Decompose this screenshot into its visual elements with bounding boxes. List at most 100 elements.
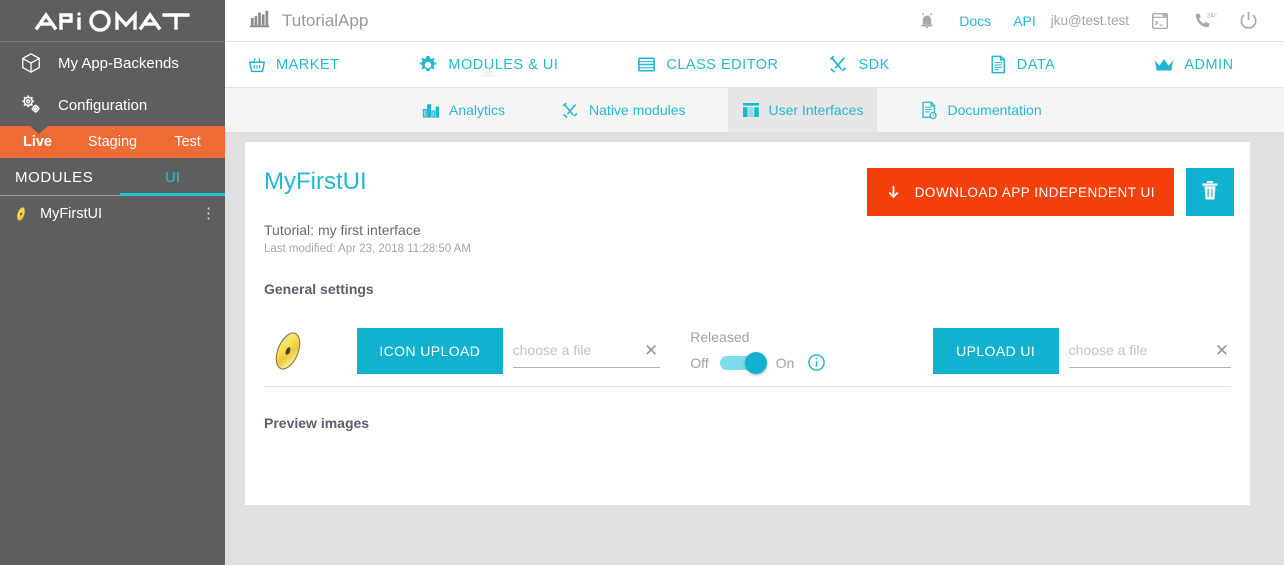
tab-ui[interactable]: UI <box>120 158 225 196</box>
nav-label: MARKET <box>276 56 340 73</box>
module-label: MyFirstUI <box>40 206 103 222</box>
phone-24-7-icon[interactable]: 24/7 <box>1191 10 1217 32</box>
power-logout-icon[interactable] <box>1237 9 1260 32</box>
sidebar-item-label: Configuration <box>58 96 148 114</box>
general-settings-heading: General settings <box>264 281 374 297</box>
download-app-independent-ui-button[interactable]: DOWNLOAD APP INDEPENDENT UI <box>866 168 1174 216</box>
ui-detail-card: MyFirstUI DOWNLOAD APP INDEPENDENT UI Tu… <box>245 142 1250 505</box>
env-tab-test[interactable]: Test <box>150 126 225 158</box>
released-label: Released <box>690 329 750 345</box>
application-root: My App-Backends Configuration Live Stagi… <box>0 0 1284 565</box>
apiomat-logo[interactable] <box>0 0 225 42</box>
basket-icon <box>247 55 267 75</box>
toggle-off-label: Off <box>690 354 709 371</box>
disc-icon <box>264 329 312 373</box>
clear-x-icon[interactable]: ✕ <box>644 342 660 359</box>
nav-admin[interactable]: ADMIN <box>1153 55 1233 75</box>
nav-label: CLASS EDITOR <box>666 56 779 73</box>
nav-data[interactable]: DATA <box>988 54 1056 75</box>
sub-navigation: Analytics Native modules User Interfaces… <box>225 88 1284 132</box>
docs-link[interactable]: Docs <box>959 13 991 29</box>
released-toggle[interactable] <box>719 351 767 374</box>
subtab-label: Native modules <box>589 102 686 118</box>
page-title: MyFirstUI <box>264 168 367 195</box>
app-title: TutorialApp <box>282 10 369 30</box>
icon-file-placeholder: choose a file <box>512 342 592 358</box>
subtab-native-modules[interactable]: Native modules <box>547 88 700 132</box>
environment-tabs: Live Staging Test <box>0 126 225 158</box>
svg-text:24/7: 24/7 <box>1207 12 1217 19</box>
api-link[interactable]: API <box>1013 13 1036 29</box>
icon-upload-label: ICON UPLOAD <box>379 342 481 359</box>
clear-x-icon[interactable]: ✕ <box>1215 342 1231 359</box>
download-arrow-icon <box>886 184 901 201</box>
sidebar-item-my-app-backends[interactable]: My App-Backends <box>0 42 225 84</box>
tools-icon <box>561 101 580 120</box>
app-title-group[interactable]: TutorialApp <box>249 8 368 33</box>
content-area: MyFirstUI DOWNLOAD APP INDEPENDENT UI Tu… <box>225 132 1284 565</box>
user-email[interactable]: jku@test.test <box>1051 13 1129 28</box>
kebab-menu-icon[interactable]: ⋮ <box>201 206 216 221</box>
sidebar-module-myfirstui[interactable]: MyFirstUI ⋮ <box>0 196 225 232</box>
info-icon[interactable] <box>807 353 826 372</box>
sidebar-item-configuration[interactable]: Configuration <box>0 84 225 126</box>
chart-icon <box>421 101 440 120</box>
subtab-user-interfaces[interactable]: User Interfaces <box>727 88 878 132</box>
top-header-bar: TutorialApp Docs API jku@test.test 24/ <box>225 0 1284 42</box>
icon-file-input[interactable]: choose a file ✕ <box>512 334 661 368</box>
released-toggle-group: Off On <box>690 351 847 374</box>
factory-icon <box>249 8 271 33</box>
nav-sdk[interactable]: SDK <box>828 54 889 75</box>
card-header: MyFirstUI DOWNLOAD APP INDEPENDENT UI <box>245 142 1250 216</box>
subtab-label: User Interfaces <box>768 102 864 118</box>
trash-icon <box>1200 180 1220 205</box>
doc-help-icon: ? <box>919 100 938 120</box>
crown-icon <box>1153 55 1175 75</box>
preview-images-heading: Preview images <box>264 415 370 431</box>
last-modified-text: Last modified: Apr 23, 2018 11:28:50 AM <box>264 243 471 255</box>
nav-class-editor[interactable]: CLASS EDITOR <box>636 54 778 75</box>
delete-ui-button[interactable] <box>1186 168 1234 216</box>
toggle-on-label: On <box>775 354 795 371</box>
tools-icon <box>828 54 849 75</box>
nav-label: MODULES & UI <box>448 56 559 73</box>
released-setting: Released Off On <box>690 329 847 374</box>
nav-label: DATA <box>1016 56 1056 73</box>
upload-ui-label: UPLOAD UI <box>956 342 1036 359</box>
main-navigation: MARKET MODULES & UI CLASS EDITOR SDK DAT… <box>225 42 1284 88</box>
tab-pointer-notch <box>30 126 48 134</box>
ui-file-placeholder: choose a file <box>1068 342 1148 358</box>
download-button-label: DOWNLOAD APP INDEPENDENT UI <box>914 184 1155 200</box>
general-settings-row: ICON UPLOAD choose a file ✕ Released Off… <box>264 315 1231 387</box>
tab-modules[interactable]: MODULES <box>0 158 120 196</box>
nav-label: ADMIN <box>1184 56 1234 73</box>
document-icon <box>988 54 1008 75</box>
subtab-analytics[interactable]: Analytics <box>407 88 519 132</box>
cube-icon <box>16 48 46 78</box>
apiomat-logo-icon <box>34 9 190 32</box>
disc-icon <box>12 205 34 223</box>
icon-upload-button[interactable]: ICON UPLOAD <box>357 327 503 374</box>
nav-market[interactable]: MARKET <box>247 55 339 75</box>
nav-modules-ui[interactable]: MODULES & UI <box>417 54 559 77</box>
notification-bell-icon[interactable] <box>916 10 938 32</box>
nav-label: SDK <box>858 56 890 73</box>
active-nav-arrow <box>478 67 497 77</box>
table-icon <box>636 54 657 75</box>
env-tab-staging[interactable]: Staging <box>75 126 150 158</box>
subtab-label: Analytics <box>449 102 506 118</box>
terminal-icon[interactable] <box>1149 10 1171 32</box>
gear-icon <box>417 54 439 76</box>
module-tabs: MODULES UI <box>0 158 225 196</box>
ui-description: Tutorial: my first interface <box>264 222 421 238</box>
ui-file-input[interactable]: choose a file ✕ <box>1068 334 1231 368</box>
upload-ui-button[interactable]: UPLOAD UI <box>932 327 1059 374</box>
subtab-documentation[interactable]: ? Documentation <box>905 88 1055 132</box>
sidebar: My App-Backends Configuration Live Stagi… <box>0 0 225 565</box>
toggle-knob <box>744 351 767 374</box>
card-header-actions: DOWNLOAD APP INDEPENDENT UI <box>866 168 1250 216</box>
grid-layout-icon <box>742 101 760 119</box>
topbar-actions: Docs API jku@test.test 24/7 <box>906 9 1284 32</box>
sidebar-item-label: My App-Backends <box>58 54 179 72</box>
gears-icon <box>16 90 46 120</box>
